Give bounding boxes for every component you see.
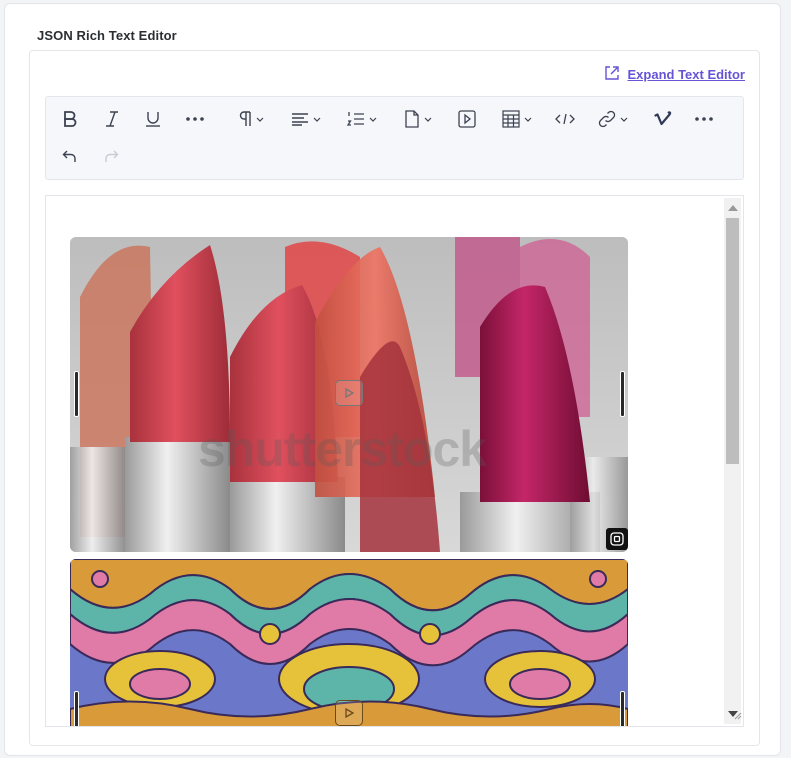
chevron-down-icon xyxy=(256,117,264,122)
chevron-down-icon xyxy=(424,117,432,122)
embed-video-button[interactable] xyxy=(456,107,478,131)
vimeo-button[interactable] xyxy=(652,107,674,131)
scroll-up-icon[interactable] xyxy=(728,205,738,211)
ordered-list-icon xyxy=(347,111,365,127)
paragraph-dropdown[interactable] xyxy=(233,107,269,131)
resize-handle-right[interactable] xyxy=(620,691,625,726)
resize-grip-icon[interactable] xyxy=(732,707,742,725)
redo-icon xyxy=(103,148,119,164)
vertical-scrollbar[interactable] xyxy=(724,198,741,724)
code-button[interactable] xyxy=(554,107,576,131)
editor-toolbar xyxy=(45,96,744,180)
watermark: shutterstock xyxy=(198,421,487,477)
chevron-down-icon xyxy=(313,117,321,122)
scrollbar-thumb[interactable] xyxy=(726,218,739,464)
ellipsis-icon xyxy=(185,116,205,122)
expand-icon xyxy=(604,65,620,84)
underline-icon xyxy=(144,110,162,128)
table-dropdown[interactable] xyxy=(499,107,535,131)
editor-content-area[interactable]: shutterstock xyxy=(45,195,744,727)
more-formatting-button[interactable] xyxy=(183,107,207,131)
chevron-down-icon xyxy=(524,117,532,122)
chevron-down-icon xyxy=(369,117,377,122)
resize-handle-left[interactable] xyxy=(74,371,79,417)
bold-button[interactable] xyxy=(60,107,80,131)
link-dropdown[interactable] xyxy=(595,107,631,131)
resize-handle-left[interactable] xyxy=(74,691,79,726)
underline-button[interactable] xyxy=(143,107,163,131)
play-square-icon xyxy=(458,110,476,128)
align-left-icon xyxy=(291,112,309,126)
italic-icon xyxy=(104,110,120,128)
paragraph-icon xyxy=(238,110,252,128)
asset-dropdown[interactable] xyxy=(401,107,435,131)
ellipsis-icon xyxy=(694,116,714,122)
vimeo-icon xyxy=(654,111,672,127)
chevron-down-icon xyxy=(620,117,628,122)
undo-icon xyxy=(62,148,78,164)
kaleidoscope-video-embed[interactable] xyxy=(70,559,628,726)
undo-button[interactable] xyxy=(60,144,80,168)
italic-button[interactable] xyxy=(102,107,122,131)
bold-icon xyxy=(62,110,78,128)
redo-button[interactable] xyxy=(101,144,121,168)
play-icon[interactable] xyxy=(335,380,363,406)
list-dropdown[interactable] xyxy=(344,107,380,131)
link-icon xyxy=(598,110,616,128)
expand-editor-link[interactable]: Expand Text Editor xyxy=(604,65,746,84)
editor-card: Expand Text Editor shutterstock xyxy=(29,50,760,746)
expand-editor-label: Expand Text Editor xyxy=(627,67,746,82)
resize-handle-right[interactable] xyxy=(620,371,625,417)
file-icon xyxy=(404,110,420,128)
lipstick-video-embed[interactable]: shutterstock xyxy=(70,237,628,552)
embed-options-icon[interactable] xyxy=(606,528,628,550)
play-icon[interactable] xyxy=(335,700,363,726)
table-icon xyxy=(502,110,520,128)
field-container: JSON Rich Text Editor Expand Text Editor xyxy=(4,3,781,756)
more-button[interactable] xyxy=(692,107,716,131)
align-dropdown[interactable] xyxy=(288,107,324,131)
field-label: JSON Rich Text Editor xyxy=(37,28,177,43)
code-icon xyxy=(555,112,575,126)
